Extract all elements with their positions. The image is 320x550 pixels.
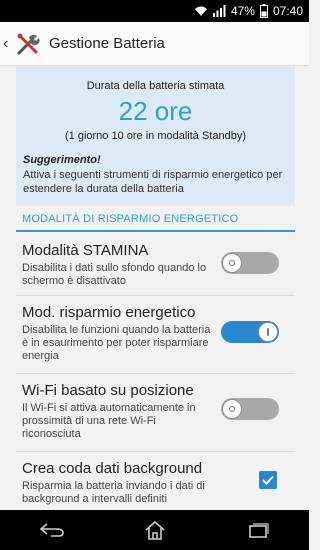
home-icon[interactable] bbox=[135, 515, 175, 545]
checkmark-icon bbox=[262, 475, 274, 485]
status-time: 07:40 bbox=[272, 4, 303, 18]
toggle-knob bbox=[222, 399, 242, 419]
background-queue-checkbox[interactable] bbox=[259, 471, 277, 489]
stamina-toggle[interactable] bbox=[221, 252, 279, 274]
estimate-label: Durata della batteria stimata bbox=[86, 80, 225, 92]
navigation-bar bbox=[0, 510, 309, 550]
standby-estimate: (1 giorno 10 ore in modalità Standby) bbox=[65, 130, 246, 142]
status-bar: 47% 07:40 bbox=[0, 0, 309, 22]
battery-icon bbox=[259, 4, 268, 18]
battery-estimate-panel: Durata della batteria stimata 22 ore (1 … bbox=[16, 66, 295, 206]
toggle-knob bbox=[258, 322, 278, 342]
estimate-value: 22 ore bbox=[118, 96, 193, 126]
tip-title: Suggerimento! bbox=[23, 154, 101, 166]
setting-row-stamina[interactable]: Modalità STAMINA Disabilita i dati sullo… bbox=[16, 234, 295, 296]
action-bar: ‹ Gestione Batteria bbox=[0, 22, 309, 66]
toggle-knob bbox=[222, 253, 242, 273]
section-title: MODALITÀ DI RISPARMIO ENERGETICO bbox=[22, 213, 239, 225]
wifi-icon bbox=[194, 5, 208, 17]
battery-percent: 47% bbox=[230, 4, 255, 18]
section-divider bbox=[16, 230, 295, 232]
setting-row-background-queue[interactable]: Crea coda dati background Risparmia la b… bbox=[16, 452, 295, 510]
power-saving-toggle[interactable] bbox=[221, 321, 279, 343]
location-wifi-toggle[interactable] bbox=[221, 398, 279, 420]
signal-icon bbox=[212, 5, 226, 17]
setting-title: Modalità STAMINA bbox=[22, 242, 149, 259]
recent-apps-icon[interactable] bbox=[238, 515, 278, 545]
setting-row-power-saving[interactable]: Mod. risparmio energetico Disabilita le … bbox=[16, 296, 295, 374]
page-title: Gestione Batteria bbox=[49, 35, 165, 52]
setting-description: Disabilita le funzioni quando la batteri… bbox=[22, 324, 211, 362]
setting-title: Wi-Fi basato su posizione bbox=[22, 382, 194, 399]
setting-row-location-wifi[interactable]: Wi-Fi basato su posizione Il Wi-Fi si at… bbox=[16, 374, 295, 452]
setting-title: Mod. risparmio energetico bbox=[22, 304, 196, 321]
back-chevron-icon[interactable]: ‹ bbox=[3, 35, 13, 53]
setting-description: Disabilita i dati sullo sfondo quando lo… bbox=[22, 262, 207, 287]
battery-manager-app-icon[interactable] bbox=[13, 29, 43, 59]
back-icon[interactable] bbox=[32, 515, 72, 545]
tip-body: Attiva i seguenti strumenti di risparmio… bbox=[23, 169, 283, 195]
setting-description: Il Wi-Fi si attiva automaticamente in pr… bbox=[22, 402, 196, 440]
section-header: MODALITÀ DI RISPARMIO ENERGETICO bbox=[16, 206, 295, 232]
setting-description: Risparmia la batteria inviando i dati di… bbox=[22, 480, 205, 505]
setting-title: Crea coda dati background bbox=[22, 460, 203, 477]
